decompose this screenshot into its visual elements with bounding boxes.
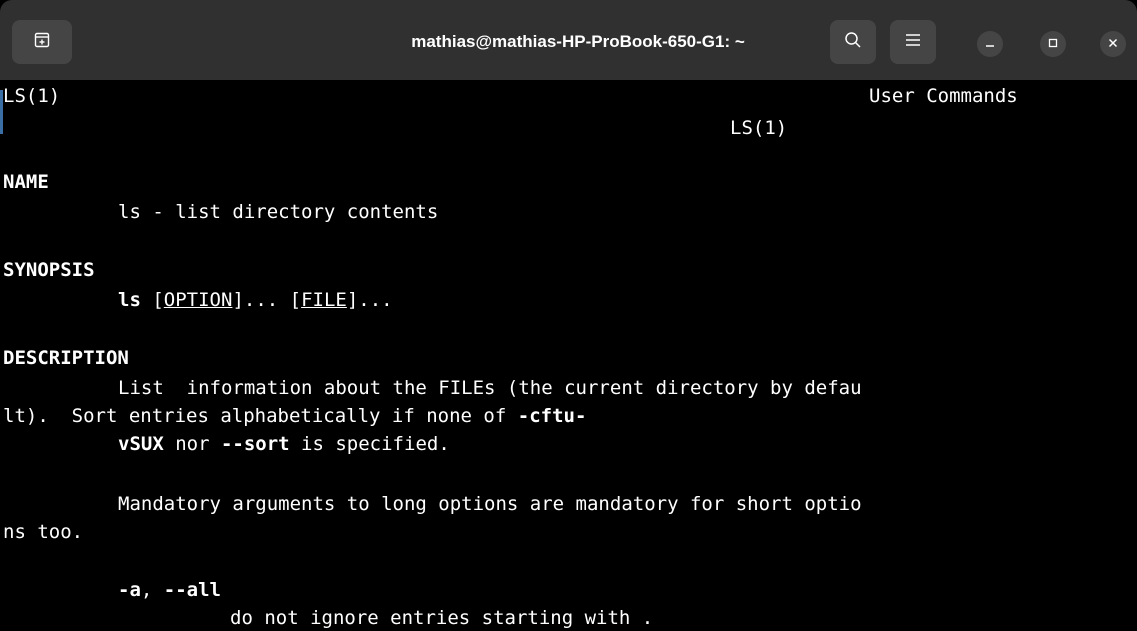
- maximize-icon: [1048, 35, 1058, 53]
- synopsis-end: ]...: [346, 289, 393, 311]
- name-heading: NAME: [3, 171, 49, 193]
- man-header-line: LS(1) User Commands: [3, 82, 1018, 110]
- option-a-separator: ,: [140, 579, 164, 601]
- window-title: mathias@mathias-HP-ProBook-650-G1: ~: [411, 32, 745, 51]
- man-header-left: LS(1): [3, 85, 61, 107]
- minimize-icon: [985, 35, 995, 53]
- description-line-2: lt). Sort entries alphabetically if none…: [3, 402, 586, 430]
- mandatory-line-2: ns too.: [3, 521, 84, 543]
- option-a-long: --all: [163, 579, 221, 601]
- close-icon: [1108, 35, 1118, 53]
- search-button[interactable]: [830, 20, 876, 64]
- option-a-short: -a: [118, 579, 141, 601]
- man-header-center: User Commands: [869, 85, 1018, 107]
- name-text: ls - list directory contents: [118, 201, 439, 223]
- terminal-output[interactable]: LS(1) User Commands LS(1) NAME ls - list …: [0, 80, 1137, 631]
- synopsis-middle: ]... [: [232, 289, 302, 311]
- description-line-3-mid: nor: [163, 433, 221, 455]
- hamburger-menu-icon: [905, 33, 921, 52]
- description-flags-1: -cftu-: [517, 405, 587, 427]
- terminal-window: mathias@mathias-HP-ProBook-650-G1: ~ LS(…: [0, 0, 1137, 631]
- description-line-1: List information about the FILEs (the cu…: [118, 377, 862, 399]
- description-flags-2: vSUX: [118, 433, 164, 455]
- man-header-right: LS(1): [730, 117, 788, 139]
- maximize-button[interactable]: [1040, 31, 1066, 57]
- description-heading: DESCRIPTION: [3, 347, 129, 369]
- synopsis-command: ls: [118, 289, 141, 311]
- synopsis-file: FILE: [301, 289, 347, 311]
- close-button[interactable]: [1100, 31, 1126, 57]
- option-all-description: do not ignore entries starting with .: [230, 607, 654, 629]
- synopsis-line: ls [OPTION]... [FILE]...: [118, 286, 393, 314]
- mandatory-line-1: Mandatory arguments to long options are …: [118, 493, 862, 515]
- description-line-2-text: lt). Sort entries alphabetically if none…: [3, 405, 518, 427]
- synopsis-bracket-open: [: [152, 289, 164, 311]
- synopsis-option: OPTION: [163, 289, 233, 311]
- new-tab-icon: [34, 32, 50, 53]
- new-tab-button[interactable]: [12, 20, 72, 64]
- option-all-line: -a, --all: [118, 576, 221, 604]
- description-line-3: vSUX nor --sort is specified.: [118, 430, 450, 458]
- menu-button[interactable]: [890, 20, 936, 64]
- description-sort-flag: --sort: [220, 433, 290, 455]
- title-bar[interactable]: mathias@mathias-HP-ProBook-650-G1: ~: [0, 0, 1137, 80]
- minimize-button[interactable]: [977, 31, 1003, 57]
- search-icon: [844, 31, 862, 54]
- description-line-3-end: is specified.: [289, 433, 450, 455]
- synopsis-heading: SYNOPSIS: [3, 259, 95, 281]
